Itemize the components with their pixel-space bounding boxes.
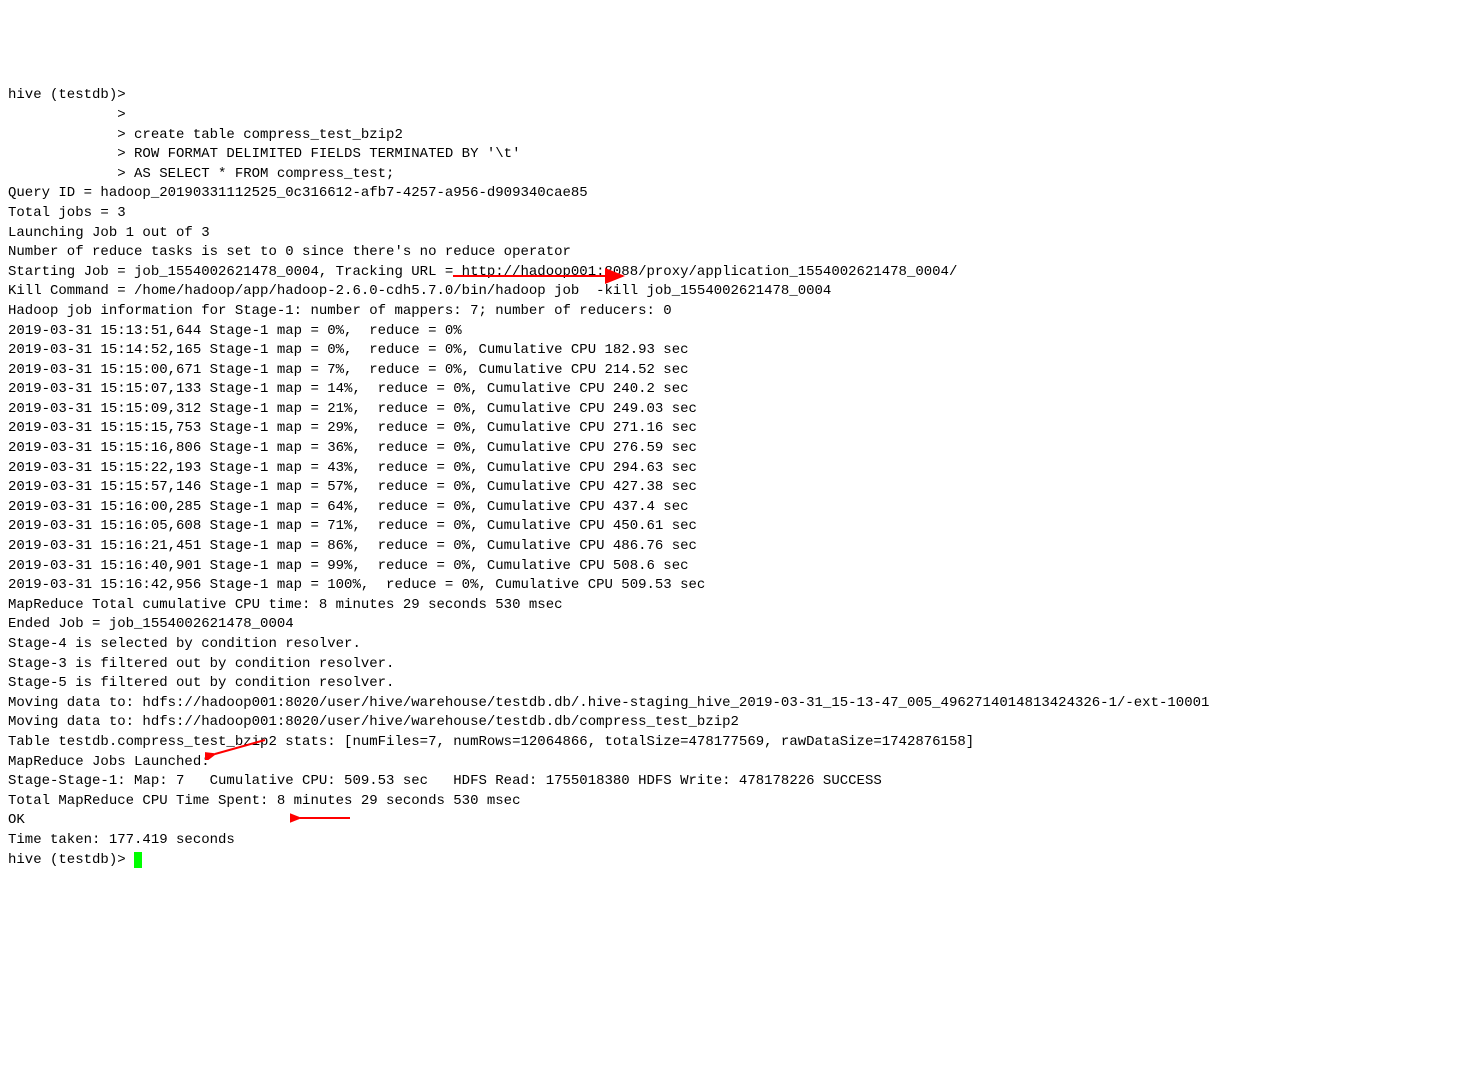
- terminal-cursor: [134, 852, 142, 868]
- terminal-output: hive (testdb)> > > create table compress…: [8, 86, 1468, 850]
- terminal-prompt: hive (testdb)>: [8, 852, 134, 868]
